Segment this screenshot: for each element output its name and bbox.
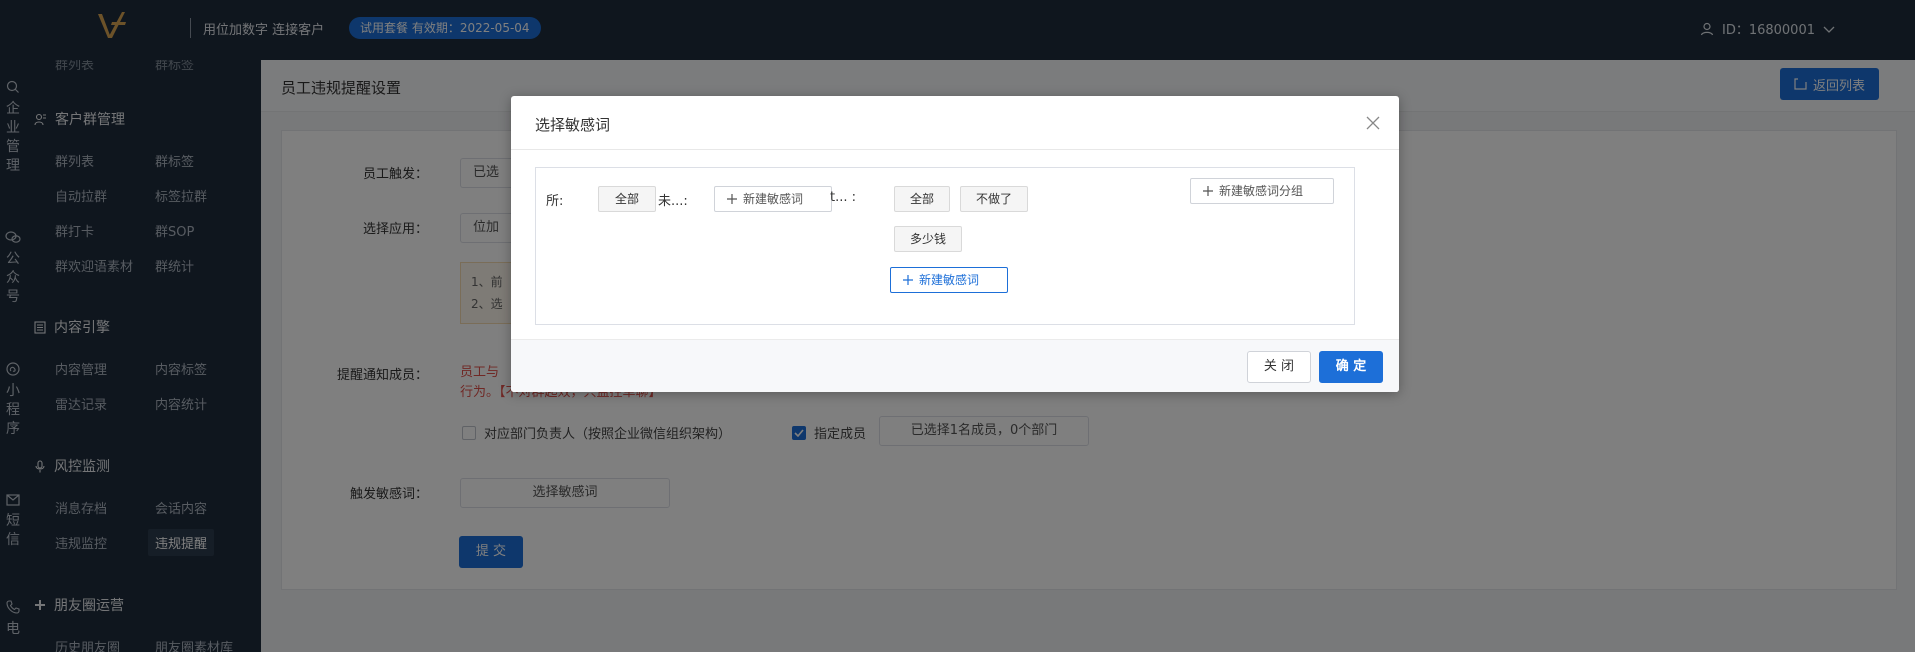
chip-word-duoshaoqian[interactable]: 多少钱 [894,226,962,252]
chip-word-budule[interactable]: 不做了 [960,186,1028,212]
new-word-group-button[interactable]: 新建敏感词分组 [1190,178,1334,204]
close-icon [1366,116,1380,130]
dialog-confirm-button[interactable]: 确 定 [1319,351,1383,383]
word-groups-panel: 所: 全部 未...: 新建敏感词 t... : 全部 不做了 多少钱 新建敏感… [535,167,1355,325]
dialog-cancel-button[interactable]: 关 闭 [1247,351,1311,383]
dialog-footer: 关 闭 确 定 [511,339,1399,392]
dialog-title: 选择敏感词 [535,116,611,134]
sensitive-words-dialog: 选择敏感词 所: 全部 未...: 新建敏感词 t... : 全部 不做了 多少… [511,96,1399,392]
plus-icon [727,194,737,204]
new-word-label: 新建敏感词 [743,192,804,206]
plus-icon [903,275,913,285]
group-label-uncategorized: 未...: [658,194,688,209]
group-label-all: 所: [546,194,564,209]
chip-all[interactable]: 全部 [598,186,656,212]
new-group-label: 新建敏感词分组 [1219,184,1304,198]
group-label-third: t... : [830,190,857,205]
dialog-header: 选择敏感词 [511,96,1399,150]
chip-all[interactable]: 全部 [894,186,950,212]
new-sensitive-word-button[interactable]: 新建敏感词 [890,267,1008,293]
new-word-label: 新建敏感词 [919,273,980,287]
new-sensitive-word-button[interactable]: 新建敏感词 [714,186,832,212]
dialog-close-button[interactable] [1363,113,1383,133]
plus-icon [1203,186,1213,196]
